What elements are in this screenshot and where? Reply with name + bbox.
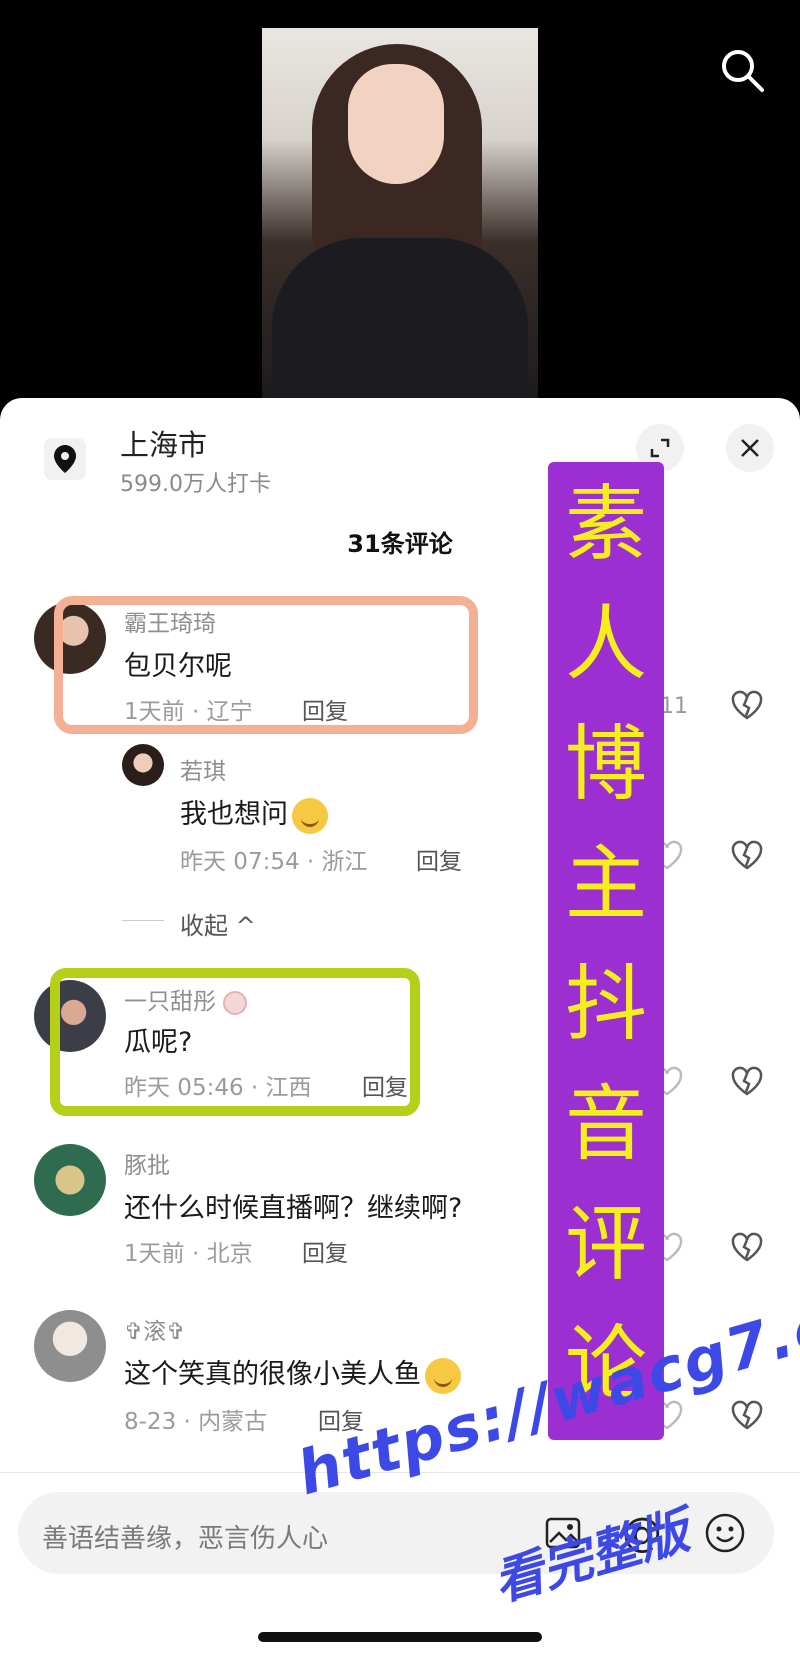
location-title[interactable]: 上海市 [120,422,207,464]
banner-char: 人 [564,597,647,692]
video-coat [272,238,528,398]
location-pin-icon[interactable] [44,438,86,480]
expand-icon [650,438,670,458]
dislike-icon[interactable] [730,1230,764,1264]
comment-count: 31条评论 [347,530,453,558]
dislike-icon[interactable] [730,1398,764,1432]
video-preview[interactable] [262,28,538,398]
close-button[interactable] [726,424,774,472]
comment-meta: 8-23 · 内蒙古 [124,1409,268,1435]
comment-text: 还什么时候直播啊？继续啊? [124,1193,463,1224]
highlight-box-green [50,968,420,1116]
comment-meta: 1天前 · 北京 [124,1241,253,1267]
search-icon[interactable] [718,46,766,94]
comment-username[interactable]: 豚批 [124,1146,170,1180]
comment-text: 这个笑真的很像小美人鱼 [124,1352,461,1394]
banner-char: 音 [564,1077,647,1172]
comment-input-placeholder: 善语结善缘，恶言伤人心 [42,1524,329,1554]
reply-button[interactable]: 回复 [416,842,462,876]
comment-username[interactable]: ✞滚✞ [124,1312,186,1346]
banner-char: 抖 [564,957,647,1052]
smirk-emoji-icon [292,797,328,834]
home-indicator[interactable] [258,1632,542,1642]
laugh-emoji-icon [425,1357,461,1394]
banner-char: 博 [564,717,647,812]
collapse-label: 收起 [180,912,228,940]
dislike-icon[interactable] [730,838,764,872]
close-icon [741,439,759,457]
comment-meta: 昨天 07:54 · 浙江 [180,849,368,875]
avatar[interactable] [122,744,164,786]
emoji-icon[interactable] [704,1512,746,1554]
title-banner: 素 人 博 主 抖 音 评 论 [548,462,664,1440]
dislike-icon[interactable] [730,688,764,722]
comment-username[interactable]: 若琪 [180,752,226,786]
collapse-button[interactable]: 收起 ^ [180,906,256,941]
banner-char: 素 [564,477,647,572]
avatar[interactable] [34,1144,106,1216]
location-subtitle: 599.0万人打卡 [120,472,271,497]
avatar[interactable] [34,1310,106,1382]
comment-text: 我也想问 [180,792,328,834]
video-face [348,64,444,184]
dislike-icon[interactable] [730,1064,764,1098]
like-count: 11 [660,694,688,719]
banner-char: 主 [564,837,647,932]
reply-button[interactable]: 回复 [302,1234,348,1268]
collapse-divider [122,920,164,921]
comment-text-body: 这个笑真的很像小美人鱼 [124,1359,421,1390]
banner-char: 评 [564,1197,647,1292]
comment-text-body: 我也想问 [180,799,288,830]
highlight-box-orange [54,596,478,734]
